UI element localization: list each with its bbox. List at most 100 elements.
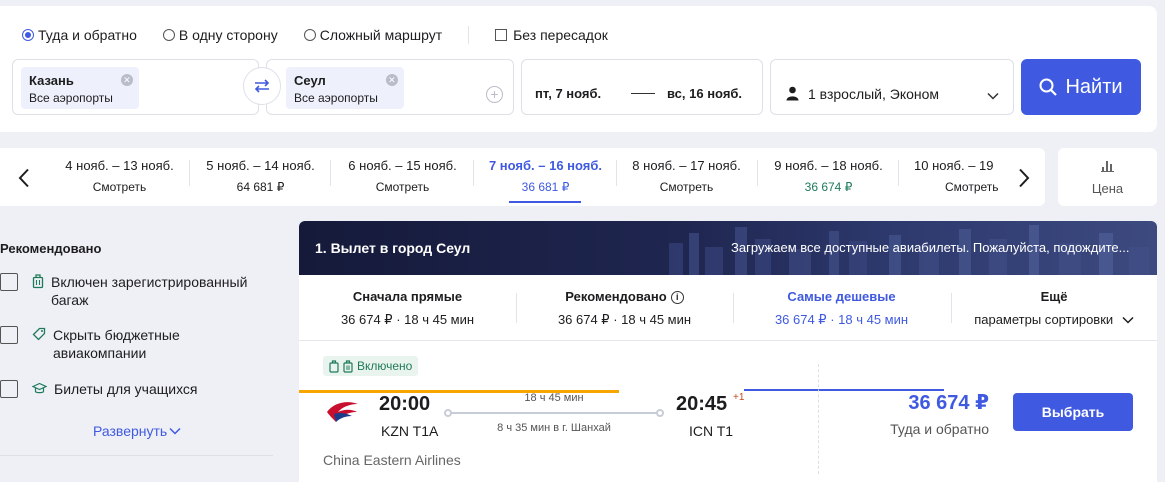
- route-start-dot: [444, 409, 452, 417]
- sort-tab-recommended[interactable]: Рекомендовано i 36 674 ₽ · 18 ч 45 мин: [516, 289, 733, 328]
- trip-type-round[interactable]: Туда и обратно: [22, 27, 137, 43]
- date-option-dates: 4 нояб. – 13 нояб.: [65, 158, 174, 173]
- checkbox-icon: [495, 29, 508, 41]
- trip-type-complex[interactable]: Сложный маршрут: [303, 27, 443, 43]
- loading-status: Загружаем все доступные авиабилеты. Пожа…: [731, 240, 1130, 255]
- divider: [468, 26, 470, 44]
- carousel-next-button[interactable]: [1014, 164, 1034, 192]
- date-option-dates: 5 нояб. – 14 нояб.: [206, 158, 315, 173]
- info-icon[interactable]: i: [670, 291, 684, 304]
- selected-date-underline: [509, 201, 581, 203]
- date-option-dates: 8 нояб. – 17 нояб.: [632, 158, 741, 173]
- sort-tab-cheapest[interactable]: Самые дешевые 36 674 ₽ · 18 ч 45 мин: [733, 289, 950, 328]
- filter-label: Включен зарегистрированный багаж: [51, 274, 248, 308]
- divider: [330, 160, 331, 186]
- graduation-cap-icon: [31, 381, 48, 399]
- tag-icon: [32, 327, 46, 345]
- date-carousel: 4 нояб. – 13 нояб. Смотреть 5 нояб. – 14…: [0, 148, 1045, 206]
- search-icon: [1039, 78, 1058, 96]
- checkbox-icon[interactable]: [0, 380, 18, 398]
- luggage-icon: [32, 274, 44, 293]
- dates-field[interactable]: пт, 7 нояб. вс, 16 нояб.: [521, 59, 763, 115]
- departure-airport: KZN T1A: [381, 423, 439, 439]
- route-line: [444, 409, 664, 417]
- swap-icon: [254, 79, 270, 93]
- date-option[interactable]: 9 нояб. – 18 нояб. 36 674 ₽: [758, 158, 899, 194]
- swap-cities-button[interactable]: [243, 67, 281, 105]
- badge-label: Включено: [357, 359, 413, 373]
- chevron-down-icon: [987, 87, 999, 105]
- trip-type-label: Туда и обратно: [38, 27, 137, 43]
- person-icon: [786, 86, 799, 106]
- checkbox-icon[interactable]: [0, 273, 18, 291]
- trip-type-label: Сложный маршрут: [319, 27, 443, 43]
- filter-checked-baggage[interactable]: Включен зарегистрированный багаж: [0, 273, 251, 309]
- chevron-left-icon: [18, 168, 29, 188]
- search-button[interactable]: Найти: [1021, 59, 1141, 115]
- sort-tab-value: 36 674 ₽ · 18 ч 45 мин: [557, 312, 692, 327]
- sort-tab-direct-first[interactable]: Сначала прямые 36 674 ₽ · 18 ч 45 мин: [299, 289, 516, 328]
- destination-chip[interactable]: Сеул Все аэропорты ✕: [286, 67, 404, 109]
- add-destination-icon[interactable]: +: [486, 86, 503, 103]
- sort-tab-value: 36 674 ₽ · 18 ч 45 мин: [774, 312, 909, 327]
- sort-tab-title: Самые дешевые: [787, 289, 896, 304]
- sort-tab-title: Ещё: [1040, 289, 1068, 304]
- chevron-down-icon: [1122, 316, 1134, 324]
- filters-title: Рекомендовано: [0, 241, 102, 256]
- origin-airports: Все аэропорты: [29, 91, 113, 105]
- trip-type-oneway[interactable]: В одну сторону: [162, 27, 278, 43]
- date-option[interactable]: 6 нояб. – 15 нояб. Смотреть: [332, 158, 473, 194]
- carousel-prev-button[interactable]: [14, 164, 34, 192]
- search-label: Найти: [1065, 75, 1123, 98]
- date-option[interactable]: 8 нояб. – 17 нояб. Смотреть: [616, 158, 757, 194]
- date-option-dates: 9 нояб. – 18 нояб.: [774, 158, 883, 173]
- ticket-price: 36 674 ₽: [908, 392, 989, 414]
- sort-tab-value: 36 674 ₽ · 18 ч 45 мин: [340, 312, 475, 327]
- price-graph-button[interactable]: Цена: [1058, 148, 1157, 206]
- sort-tabs: Сначала прямые 36 674 ₽ · 18 ч 45 мин Ре…: [299, 275, 1157, 393]
- no-transfers-label: Без пересадок: [513, 27, 608, 43]
- no-transfers-checkbox[interactable]: Без пересадок: [495, 27, 608, 43]
- destination-field[interactable]: Сеул Все аэропорты ✕ +: [266, 59, 514, 115]
- select-label: Выбрать: [1041, 404, 1105, 420]
- ticket-divider: [818, 364, 819, 474]
- date-option[interactable]: 5 нояб. – 14 нояб. 64 681 ₽: [190, 158, 331, 194]
- price-note: Туда и обратно: [890, 421, 989, 437]
- origin-field[interactable]: Казань Все аэропорты ✕: [12, 59, 259, 115]
- sort-tab-more[interactable]: Ещё параметры сортировки: [951, 289, 1157, 327]
- chevron-right-icon: [1019, 168, 1030, 188]
- checkbox-icon[interactable]: [0, 326, 18, 344]
- date-option-clip: 10 нояб. – 19 Смотреть: [896, 148, 1000, 206]
- departure-time: 20:00: [379, 393, 431, 415]
- flight-ticket[interactable]: Включено 20:00 KZN T1A 18 ч 45 мин 8 ч 3…: [299, 342, 1157, 482]
- trip-type-selector: Туда и обратно В одну сторону Сложный ма…: [22, 26, 608, 44]
- search-panel: Туда и обратно В одну сторону Сложный ма…: [0, 6, 1157, 132]
- radio-icon: [303, 29, 316, 41]
- radio-selected-icon: [22, 29, 34, 41]
- date-dash: [631, 93, 655, 94]
- date-option[interactable]: 4 нояб. – 13 нояб. Смотреть: [49, 158, 190, 194]
- date-option-dates: 6 нояб. – 15 нояб.: [348, 158, 457, 173]
- filter-students[interactable]: Билеты для учащихся: [0, 380, 254, 399]
- results-banner: 1. Вылет в город Сеул Загружаем все дост…: [299, 221, 1157, 275]
- route-end-dot: [656, 409, 664, 417]
- filter-hide-budget[interactable]: Скрыть бюджетные авиакомпании: [0, 326, 253, 362]
- date-option-selected[interactable]: 7 нояб. – 16 нояб. 36 681 ₽: [475, 158, 616, 194]
- origin-chip[interactable]: Казань Все аэропорты ✕: [21, 67, 139, 109]
- select-flight-button[interactable]: Выбрать: [1013, 393, 1133, 431]
- depart-date: пт, 7 нояб.: [535, 86, 602, 101]
- layover-info: 8 ч 35 мин в г. Шанхай: [497, 422, 611, 434]
- return-date: вс, 16 нояб.: [667, 86, 743, 101]
- flight-duration: 18 ч 45 мин: [524, 392, 584, 404]
- luggage-icon: [343, 359, 353, 373]
- destination-city: Сеул: [294, 73, 326, 88]
- date-option-price: 64 681 ₽: [236, 180, 285, 194]
- baggage-included-badge: Включено: [323, 356, 419, 376]
- date-option-price: Смотреть: [92, 180, 147, 194]
- passengers-field[interactable]: 1 взрослый, Эконом: [770, 59, 1014, 115]
- trip-type-label: В одну сторону: [178, 27, 278, 43]
- clear-destination-icon[interactable]: ✕: [385, 74, 398, 86]
- clear-origin-icon[interactable]: ✕: [120, 74, 133, 86]
- date-option[interactable]: 10 нояб. – 19 Смотреть: [896, 158, 1000, 194]
- expand-filters-link[interactable]: Развернуть: [93, 423, 181, 439]
